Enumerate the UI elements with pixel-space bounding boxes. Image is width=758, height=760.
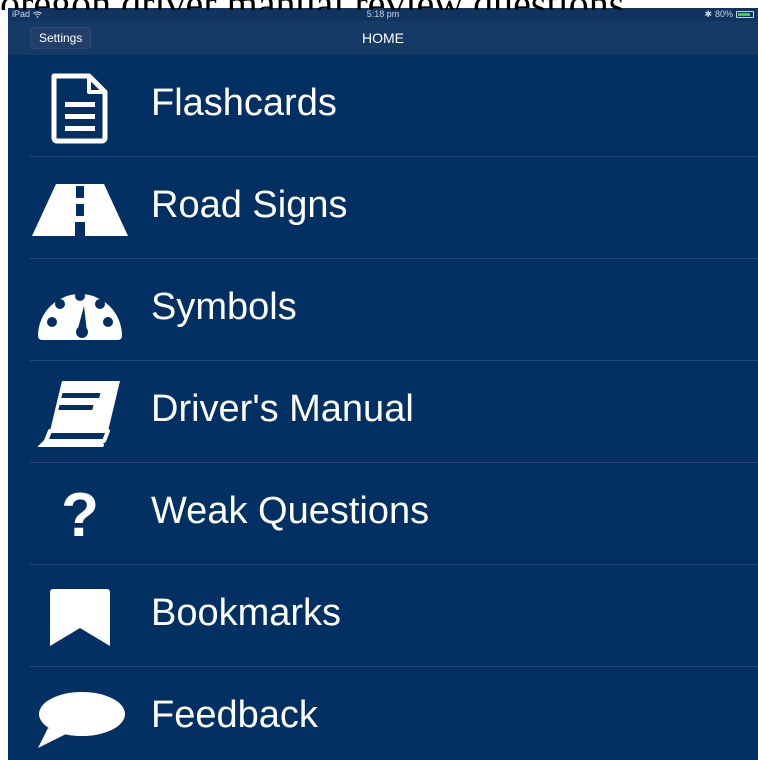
battery-icon [736, 11, 754, 18]
question-icon: ? [61, 481, 99, 550]
book-icon [32, 379, 128, 449]
speech-bubble-icon [32, 685, 128, 755]
navigation-bar: Settings HOME [8, 21, 758, 55]
road-icon [32, 175, 128, 245]
menu-item-feedback[interactable]: Feedback [8, 667, 758, 760]
bookmark-icon [32, 583, 128, 653]
menu-item-symbols[interactable]: Symbols [8, 259, 758, 361]
menu-item-bookmarks[interactable]: Bookmarks [8, 565, 758, 667]
menu-item-label: Symbols [151, 286, 297, 328]
menu-item-label: Bookmarks [151, 592, 342, 634]
gauge-icon [32, 277, 128, 347]
menu-item-road-signs[interactable]: Road Signs [8, 157, 758, 259]
home-menu: Flashcards Road Signs Symbols Driver's M… [8, 55, 758, 760]
menu-item-label: Feedback [151, 694, 318, 736]
menu-item-flashcards[interactable]: Flashcards [8, 55, 758, 157]
menu-item-label: Weak Questions [151, 490, 430, 532]
document-icon [32, 73, 128, 144]
menu-item-drivers-manual[interactable]: Driver's Manual [8, 361, 758, 463]
menu-item-label: Flashcards [151, 82, 337, 124]
page-title: HOME [362, 30, 404, 46]
page-caption: oregon driver manual review questions [0, 0, 758, 10]
menu-item-label: Driver's Manual [151, 388, 414, 430]
menu-item-weak-questions[interactable]: ? Weak Questions [8, 463, 758, 565]
app-window: iPad 5:18 pm ✱ 80% Settings HOME Flashca… [8, 8, 758, 760]
menu-item-label: Road Signs [151, 184, 348, 226]
